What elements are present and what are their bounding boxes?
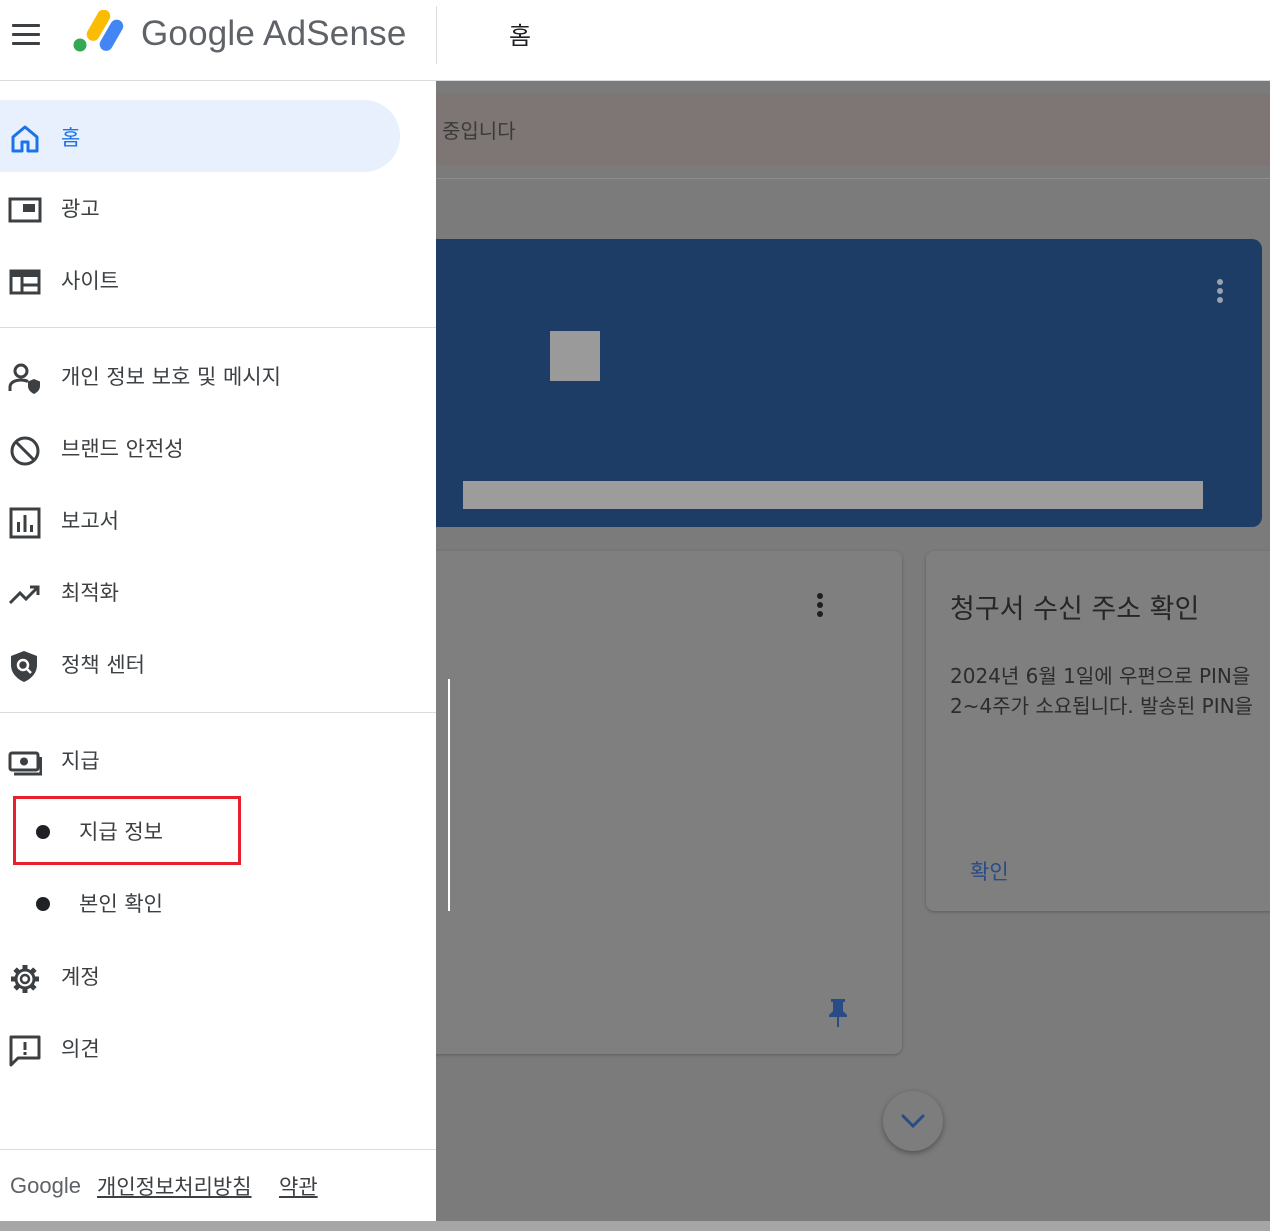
sidebar-item-label: 지급 [61, 749, 100, 773]
footer-google-logo: Google [10, 1173, 81, 1198]
sidebar-subitem-label: 본인 확인 [79, 892, 163, 916]
sidebar-item-label: 사이트 [61, 269, 119, 293]
status-banner: 중입니다 [436, 93, 1270, 165]
sidebar-item-label: 정책 센터 [61, 653, 145, 677]
brand-name: Google AdSense [141, 14, 407, 53]
payments-icon [8, 751, 42, 776]
hero-more-icon[interactable] [1216, 279, 1224, 307]
sidebar-item-label: 계정 [61, 965, 100, 989]
block-icon [10, 436, 40, 466]
sidebar-item-brand-safety[interactable]: 브랜드 안전성 [0, 411, 436, 483]
hero-image-placeholder [550, 331, 600, 381]
sites-icon [9, 269, 41, 295]
sidebar-item-optimization[interactable]: 최적화 [0, 555, 436, 627]
pin-icon[interactable] [826, 997, 850, 1029]
banner-text: 중입니다 [442, 119, 516, 143]
sidebar-nav: 홈 광고 사이트 개인 정보 보호 및 메시지 브랜드 안전성 보고서 최적화 … [0, 81, 436, 1221]
sidebar-item-label: 브랜드 안전성 [61, 437, 184, 461]
sidebar-item-label: 보고서 [61, 509, 119, 533]
sidebar-item-label: 홈 [61, 126, 81, 150]
section-divider [436, 178, 1270, 179]
home-icon [11, 125, 39, 153]
sidebar-item-label: 의견 [61, 1037, 100, 1061]
terms-link[interactable]: 약관 [279, 1171, 318, 1201]
ads-icon [8, 197, 42, 223]
feedback-icon [9, 1035, 41, 1067]
main-content: 중입니다 청구서 수신 주소 확인 2024년 6월 1일에 우편으로 PIN을… [436, 81, 1270, 1221]
sidebar-item-feedback[interactable]: 의견 [0, 1011, 436, 1083]
trending-icon [8, 585, 40, 605]
sidebar-subitem-identity-verification[interactable]: 본인 확인 [0, 867, 436, 939]
page-title: 홈 [509, 22, 532, 50]
privacy-icon [8, 363, 40, 394]
highlight-box [13, 796, 241, 865]
scroll-indicator [448, 679, 450, 911]
sidebar-item-policy-center[interactable]: 정책 센터 [0, 627, 436, 699]
menu-icon[interactable] [12, 24, 40, 46]
sidebar-divider [0, 712, 436, 713]
sidebar-item-reports[interactable]: 보고서 [0, 483, 436, 555]
sidebar-item-privacy[interactable]: 개인 정보 보호 및 메시지 [0, 339, 436, 411]
hero-card [436, 239, 1262, 527]
sidebar-item-label: 광고 [61, 197, 100, 221]
summary-card [436, 551, 902, 1054]
sidebar-item-sites[interactable]: 사이트 [0, 243, 436, 315]
sidebar-divider [0, 327, 436, 328]
sidebar-item-account[interactable]: 계정 [0, 939, 436, 1011]
top-app-bar: Google AdSense 홈 [0, 0, 1270, 81]
sidebar-item-ads[interactable]: 광고 [0, 171, 436, 243]
sidebar-item-home[interactable]: 홈 [0, 100, 400, 172]
verify-link[interactable]: 확인 [970, 856, 1009, 886]
address-card-body: 2024년 6월 1일에 우편으로 PIN을 2~4주가 소요됩니다. 발송된 … [950, 661, 1253, 721]
bullet-icon [36, 897, 50, 911]
scroll-down-button[interactable] [883, 1091, 943, 1151]
sidebar-footer-divider [0, 1149, 436, 1150]
sidebar-item-payments[interactable]: 지급 [0, 723, 436, 795]
address-verify-card: 청구서 수신 주소 확인 2024년 6월 1일에 우편으로 PIN을 2~4주… [926, 551, 1270, 911]
privacy-policy-link[interactable]: 개인정보처리방침 [97, 1171, 252, 1201]
policy-shield-icon [11, 651, 37, 682]
address-card-body-line: 2~4주가 소요됩니다. 발송된 PIN을 [950, 694, 1253, 718]
bottom-strip [0, 1221, 1270, 1231]
adsense-logo-icon [73, 10, 124, 52]
chevron-down-icon [901, 1114, 925, 1129]
address-card-title: 청구서 수신 주소 확인 [950, 594, 1200, 625]
sidebar-item-label: 개인 정보 보호 및 메시지 [61, 365, 281, 389]
card-more-icon[interactable] [816, 593, 824, 621]
gear-icon [11, 965, 39, 993]
reports-icon [9, 507, 41, 539]
address-card-body-line: 2024년 6월 1일에 우편으로 PIN을 [950, 664, 1251, 688]
hero-text-placeholder [463, 481, 1203, 509]
topbar-divider [436, 6, 437, 64]
sidebar-item-label: 최적화 [61, 581, 119, 605]
